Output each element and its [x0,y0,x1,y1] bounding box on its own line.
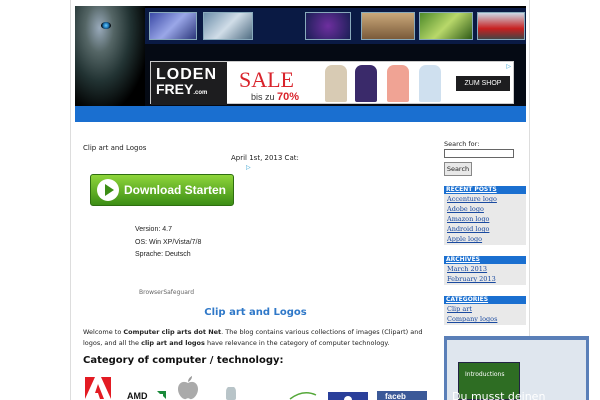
sale-text: SALE [239,67,294,92]
ad-info-icon[interactable]: ▷ [246,164,252,171]
cardigan-image [325,65,347,102]
archives-widget: ARCHIVES March 2013 February 2013 [444,256,526,285]
red-car-photo [477,12,525,40]
apple-logo[interactable] [175,375,201,400]
flower-photo [149,12,197,40]
video-ad-player[interactable]: Introductions Du musst deinen [444,336,589,400]
archives-title[interactable]: ARCHIVES [444,256,526,264]
zum-shop-button[interactable]: ZUM SHOP [456,76,510,91]
category-link[interactable]: Clip art [444,304,526,314]
ad-choices-icon[interactable]: ▷ [506,63,511,70]
recent-post-link[interactable]: Apple logo [444,234,526,244]
acer-logo[interactable] [288,391,318,400]
header-photo-strip [145,8,526,44]
recent-post-link[interactable]: Amazon logo [444,214,526,224]
frog-photo [419,12,473,40]
loden-frey-logo: LODEN FREY.com [151,62,227,105]
sale-discount: bis zu 70% [251,91,300,103]
camera-brand-logo[interactable] [328,392,368,400]
svg-text:faceb: faceb [385,392,406,400]
svg-text:AMD: AMD [127,391,148,400]
android-logo[interactable] [223,387,239,400]
recent-post-link[interactable]: Adobe logo [444,204,526,214]
adobe-logo[interactable] [83,375,117,400]
polo-shirt-image [355,65,377,102]
recent-post-link[interactable]: Android logo [444,224,526,234]
camera-photo [203,12,253,40]
blouse-image [419,65,441,102]
recent-posts-title[interactable]: RECENT POSTS [444,186,526,194]
post-title: Clip art and Logos [83,144,147,152]
categories-widget: CATEGORIES Clip art Company logos [444,296,526,325]
amd-logo[interactable]: AMD [127,390,169,400]
loden-frey-banner-ad[interactable]: LODEN FREY.com SALE bis zu 70% ZUM SHOP … [150,61,514,105]
article-heading[interactable]: Clip art and Logos [83,307,428,318]
post-meta: April 1st, 2013 Cat: [231,154,299,162]
intro-paragraph: Welcome to Computer clip arts dot Net. T… [83,328,423,347]
category-heading: Category of computer / technology: [83,355,284,366]
search-input[interactable] [444,149,514,158]
video-slide-label: Introductions [465,371,505,378]
navigation-bar [75,106,526,122]
butterfly-photo [305,12,351,40]
play-icon [97,179,119,201]
archive-link[interactable]: March 2013 [444,264,526,274]
browser-safeguard-label[interactable]: BrowserSafeguard [139,289,194,296]
categories-title[interactable]: CATEGORIES [444,296,526,304]
page-container: LODEN FREY.com SALE bis zu 70% ZUM SHOP … [70,0,589,400]
download-starten-button[interactable]: Download Starten [90,174,234,206]
facebook-logo[interactable]: faceb [377,391,427,400]
main-content: Clip art and Logos April 1st, 2013 Cat: … [83,144,428,400]
woman-photo [361,12,415,40]
download-specs: Version: 4.7 OS: Win XP/Vista/7/8 Sprach… [135,226,202,258]
sweater-image [387,65,409,102]
search-button[interactable]: Search [444,162,472,176]
category-link[interactable]: Company logos [444,314,526,324]
archive-link[interactable]: February 2013 [444,274,526,284]
search-label: Search for: [444,140,480,148]
recent-post-link[interactable]: Accenture logo [444,194,526,204]
header-face-image [75,6,145,106]
recent-posts-widget: RECENT POSTS Accenture logo Adobe logo A… [444,186,526,245]
video-caption: Du musst deinen [452,390,546,400]
blue-eye-image [101,22,111,29]
